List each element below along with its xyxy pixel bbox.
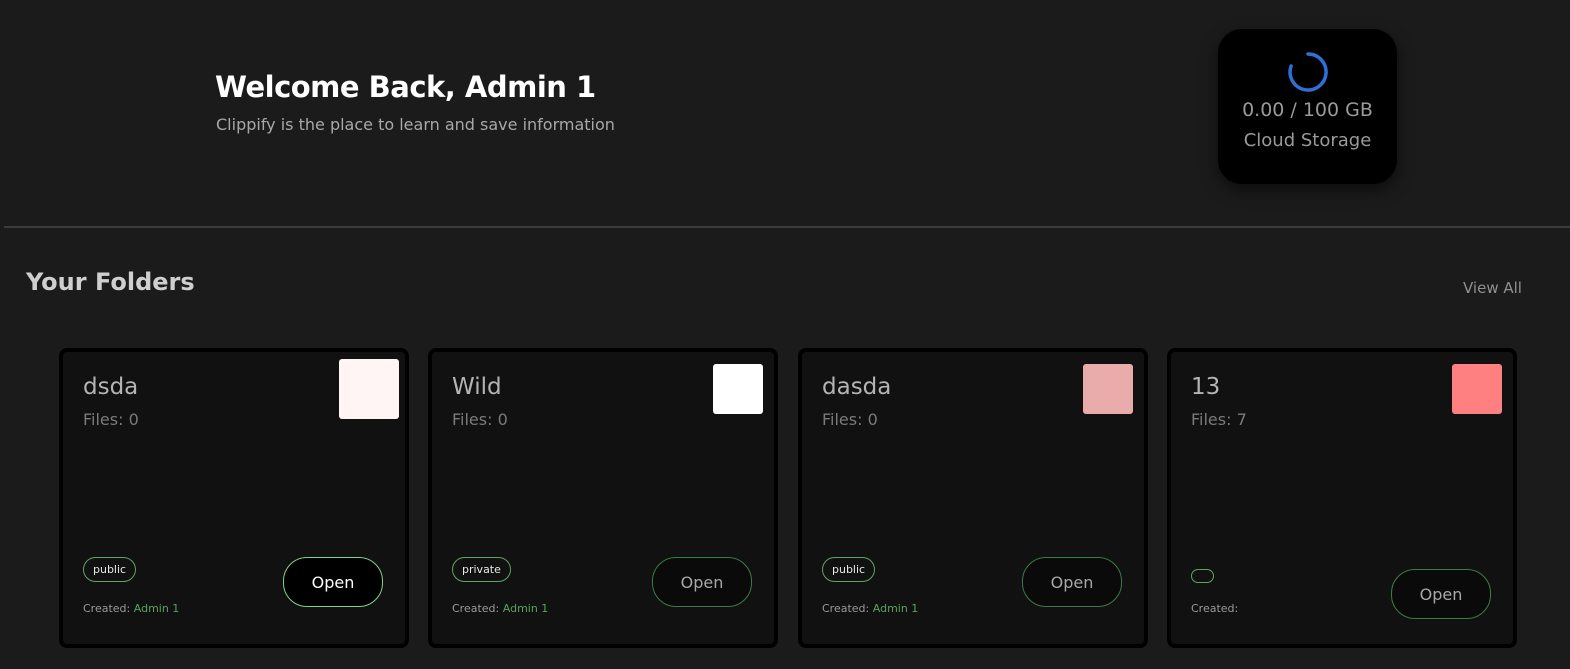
welcome-subtitle: Clippify is the place to learn and save …: [216, 115, 615, 134]
view-all-link[interactable]: View All: [1463, 279, 1522, 297]
folder-card: dasda Files: 0 public Created: Admin 1 O…: [798, 348, 1148, 648]
created-info: Created:: [1191, 602, 1238, 615]
folder-name: 13: [1191, 374, 1221, 400]
created-label: Created:: [452, 602, 500, 615]
visibility-badge: [1191, 569, 1214, 583]
visibility-badge: public: [822, 557, 876, 582]
folder-name: dasda: [822, 374, 892, 400]
created-label: Created:: [822, 602, 870, 615]
folders-section-title: Your Folders: [26, 268, 195, 296]
folder-card: Wild Files: 0 private Created: Admin 1 O…: [428, 348, 778, 648]
section-divider: [4, 226, 1570, 228]
folder-color-swatch: [1083, 364, 1133, 414]
folder-files-count: Files: 0: [452, 410, 508, 429]
created-by: Admin 1: [502, 602, 549, 615]
folder-color-swatch: [339, 359, 399, 419]
visibility-badge: public: [83, 557, 137, 582]
folder-card: dsda Files: 0 public Created: Admin 1 Op…: [59, 348, 409, 648]
created-by: Admin 1: [133, 602, 180, 615]
folder-files-count: Files: 0: [83, 410, 139, 429]
created-info: Created: Admin 1: [822, 602, 918, 615]
created-info: Created: Admin 1: [83, 602, 179, 615]
storage-amount: 0.00 / 100 GB: [1242, 99, 1373, 121]
folder-color-swatch: [713, 364, 763, 414]
storage-label: Cloud Storage: [1243, 130, 1372, 151]
folder-name: dsda: [83, 374, 139, 400]
open-folder-button[interactable]: Open: [283, 557, 383, 607]
folder-card: 13 Files: 7 Created: Open: [1167, 348, 1517, 648]
created-by: Admin 1: [872, 602, 919, 615]
cloud-storage-card: 0.00 / 100 GB Cloud Storage: [1218, 29, 1397, 184]
loading-spinner-icon: [1288, 52, 1328, 92]
created-label: Created:: [1191, 602, 1239, 615]
open-folder-button[interactable]: Open: [1022, 557, 1122, 607]
folder-files-count: Files: 7: [1191, 410, 1247, 429]
created-label: Created:: [83, 602, 131, 615]
open-folder-button[interactable]: Open: [1391, 569, 1491, 619]
folder-files-count: Files: 0: [822, 410, 878, 429]
dashboard-page: Welcome Back, Admin 1 Clippify is the pl…: [0, 0, 1570, 669]
folder-name: Wild: [452, 374, 502, 400]
welcome-title: Welcome Back, Admin 1: [215, 70, 596, 104]
created-info: Created: Admin 1: [452, 602, 548, 615]
open-folder-button[interactable]: Open: [652, 557, 752, 607]
visibility-badge: private: [452, 557, 511, 582]
folder-color-swatch: [1452, 364, 1502, 414]
